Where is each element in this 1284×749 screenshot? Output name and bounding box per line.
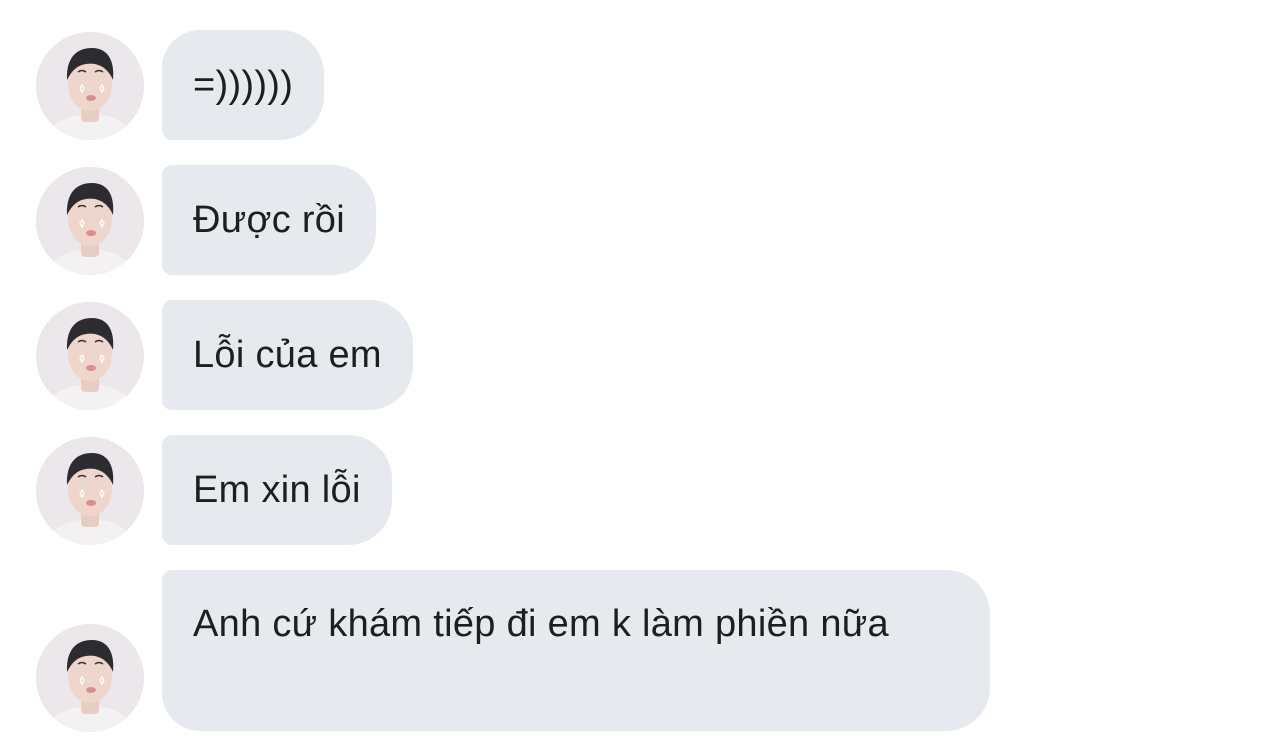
message-row: Anh cứ khám tiếp đi em k làm phiền nữa [0,570,1284,732]
message-bubble[interactable]: =)))))) [162,30,325,140]
message-row: Em xin lỗi [0,435,1284,545]
message-bubble[interactable]: Lỗi của em [162,300,413,410]
sender-avatar[interactable] [36,624,144,732]
user-avatar-icon [36,32,144,140]
message-thread: =)))))) Được rồi Lỗi của em Em xin lỗi A… [0,0,1284,749]
user-avatar-icon [36,302,144,410]
message-bubble[interactable]: Được rồi [162,165,376,275]
sender-avatar[interactable] [36,167,144,275]
sender-avatar[interactable] [36,302,144,410]
message-bubble[interactable]: Anh cứ khám tiếp đi em k làm phiền nữa [162,570,990,731]
sender-avatar[interactable] [36,32,144,140]
user-avatar-icon [36,624,144,732]
message-row: =)))))) [0,30,1284,140]
sender-avatar[interactable] [36,437,144,545]
user-avatar-icon [36,437,144,545]
message-row: Lỗi của em [0,300,1284,410]
user-avatar-icon [36,167,144,275]
message-row: Được rồi [0,165,1284,275]
message-bubble[interactable]: Em xin lỗi [162,435,392,545]
